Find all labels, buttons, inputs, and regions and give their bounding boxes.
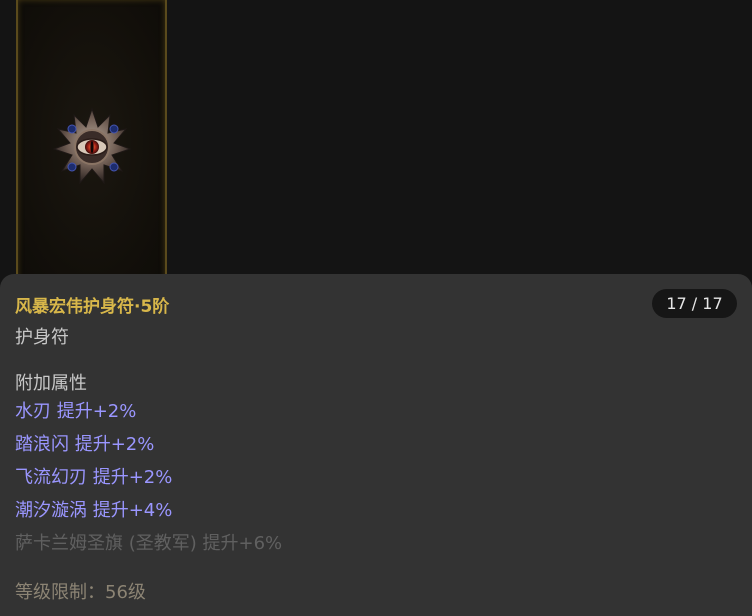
attribute-list: 水刃 提升+2% 踏浪闪 提升+2% 飞流幻刃 提升+2% 潮汐漩涡 提升+4%… — [15, 398, 282, 563]
level-requirement: 等级限制：56级 — [15, 582, 146, 603]
amulet-icon — [52, 107, 132, 185]
attribute-line: 飞流幻刃 提升+2% — [15, 467, 173, 488]
attribute-line: 踏浪闪 提升+2% — [15, 434, 155, 455]
attributes-title: 附加属性 — [15, 373, 87, 394]
attribute-line: 水刃 提升+2% — [15, 401, 137, 422]
item-name: 风暴宏伟护身符·5阶 — [15, 297, 170, 317]
item-type: 护身符 — [15, 327, 69, 348]
item-tooltip: 风暴宏伟护身符·5阶 护身符 17 / 17 附加属性 水刃 提升+2% 踏浪闪… — [0, 274, 752, 616]
attribute-line: 潮汐漩涡 提升+4% — [15, 500, 173, 521]
count-badge: 17 / 17 — [652, 289, 737, 318]
attribute-line-inactive: 萨卡兰姆圣旗 (圣教军) 提升+6% — [15, 533, 283, 554]
item-art-panel — [16, 0, 167, 282]
